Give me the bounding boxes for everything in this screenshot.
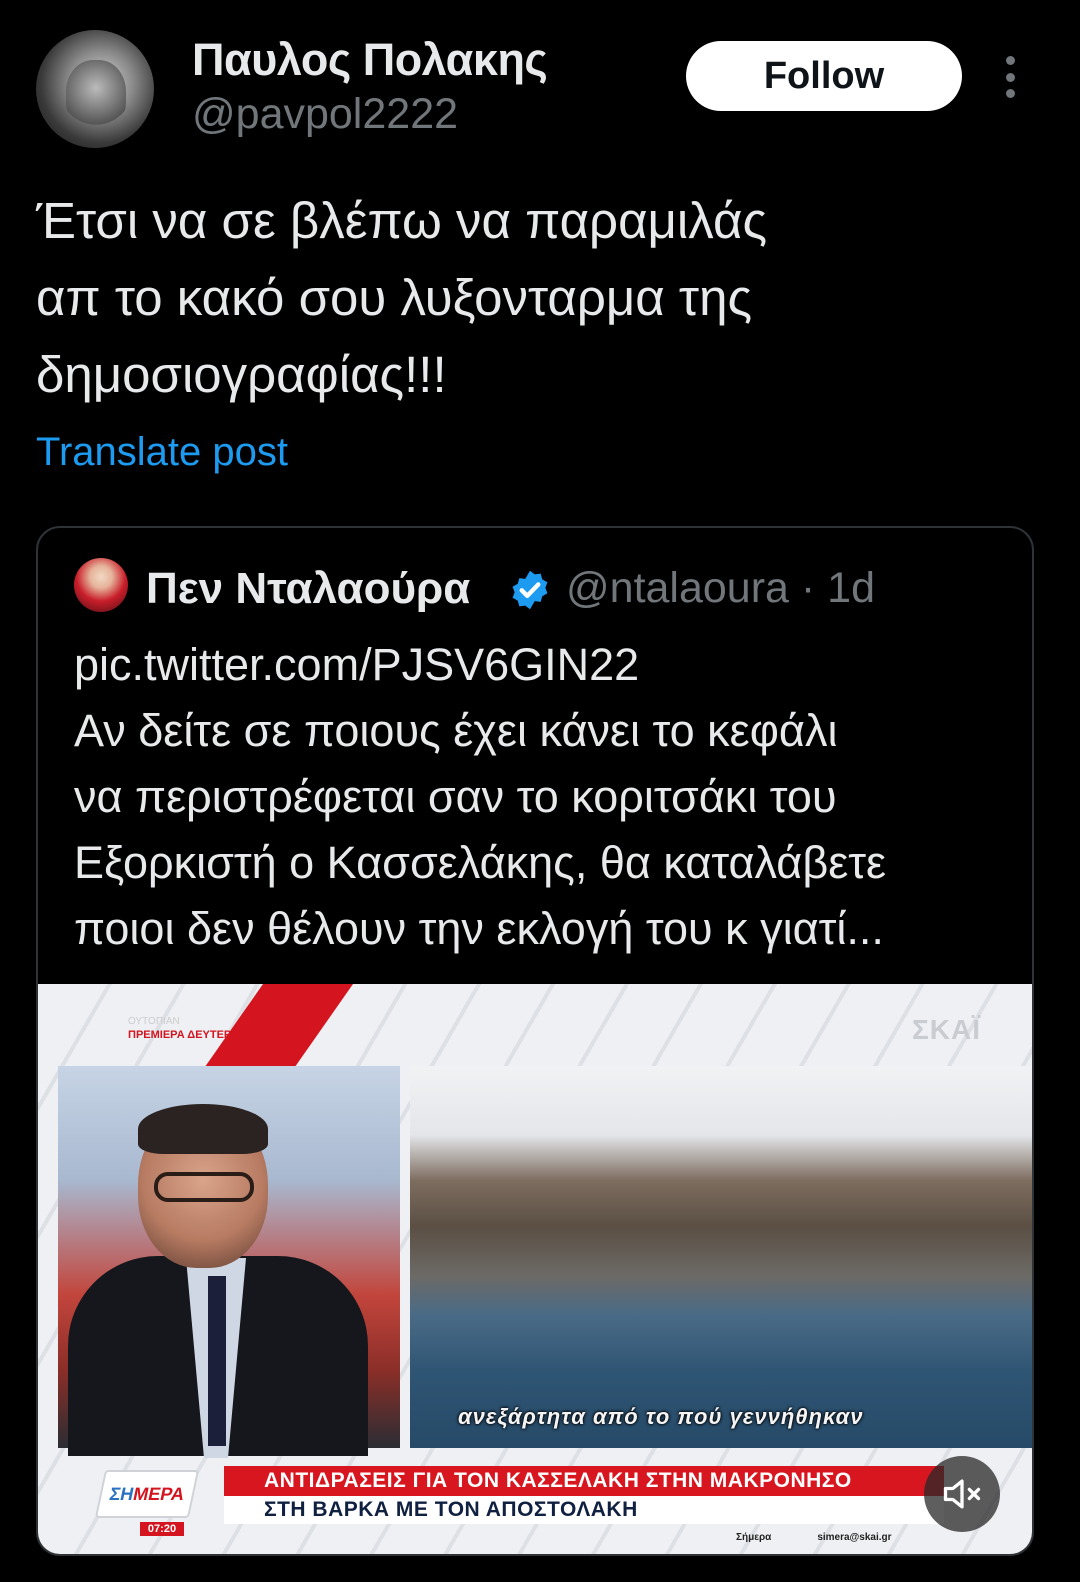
news-lower-third: ΣΗ ΜΕΡΑ 07:20 ΑΝΤΙΔΡΑΣΕΙΣ ΓΙΑ ΤΟΝ ΚΑΣΣΕΛΑ… xyxy=(88,1466,988,1543)
author-handle[interactable]: @pavpol2222 xyxy=(192,90,458,139)
channel-logo: ΣΚΑΪ xyxy=(911,1014,981,1045)
follow-button[interactable]: Follow xyxy=(686,41,962,111)
headline-bottom: ΣΤΗ ΒΑΡΚΑ ΜΕ ΤΟΝ ΑΠΟΣΤΟΛΑΚΗ xyxy=(224,1496,944,1524)
quoted-post-text: pic.twitter.com/PJSV6GIN22 Αν δείτε σε π… xyxy=(74,639,887,954)
author-display-name[interactable]: Παυλος Πολακης xyxy=(192,34,548,86)
presenter-hair xyxy=(138,1104,268,1154)
mute-icon xyxy=(943,1479,981,1509)
quoted-post[interactable]: Πεν Νταλαούρα @ntalaoura · 1d pic.twitte… xyxy=(36,526,1034,1556)
mute-button[interactable] xyxy=(924,1456,1000,1532)
presenter-tie xyxy=(208,1276,226,1446)
author-avatar[interactable] xyxy=(36,30,154,148)
verified-badge-icon xyxy=(512,570,548,610)
time-tag: 07:20 xyxy=(140,1522,184,1536)
presenter-glasses xyxy=(154,1172,254,1202)
promo-text: ΠΡΕΜΙΕΡΑ ΔΕΥΤΕΡΑ 21:00 xyxy=(128,1029,270,1041)
quoted-author-avatar[interactable] xyxy=(74,558,128,612)
footer-facebook: Σήμερα xyxy=(736,1532,772,1543)
quoted-author-name[interactable]: Πεν Νταλαούρα xyxy=(146,564,470,614)
video-subtitle: ανεξάρτητα από το πού γεννήθηκαν xyxy=(458,1404,864,1429)
translate-post-link[interactable]: Translate post xyxy=(36,430,288,475)
more-icon[interactable] xyxy=(996,56,1024,98)
headline-top: ΑΝΤΙΔΡΑΣΕΙΣ ΓΙΑ ΤΟΝ ΚΑΣΣΕΛΑΚΗ ΣΤΗΝ ΜΑΚΡΟ… xyxy=(224,1466,944,1496)
post-text: Έτσι να σε βλέπω να παραμιλάς απ το κακό… xyxy=(36,192,768,403)
show-logo: ΣΗ ΜΕΡΑ xyxy=(94,1470,200,1518)
quoted-video[interactable]: ΟΥΤΟΠΙΑΝ ΠΡΕΜΙΕΡΑ ΔΕΥΤΕΡΑ 21:00 ΣΚΑΪ ανε… xyxy=(38,984,1032,1554)
quoted-author-handle-time: @ntalaoura · 1d xyxy=(566,564,875,612)
studio-panel xyxy=(58,1066,400,1458)
footer-info: Σήμερα simera@skai.gr xyxy=(736,1532,938,1543)
promo-top-text: ΟΥΤΟΠΙΑΝ xyxy=(128,1016,180,1027)
island-footage-panel xyxy=(410,1066,1032,1448)
footer-email: simera@skai.gr xyxy=(817,1532,892,1543)
